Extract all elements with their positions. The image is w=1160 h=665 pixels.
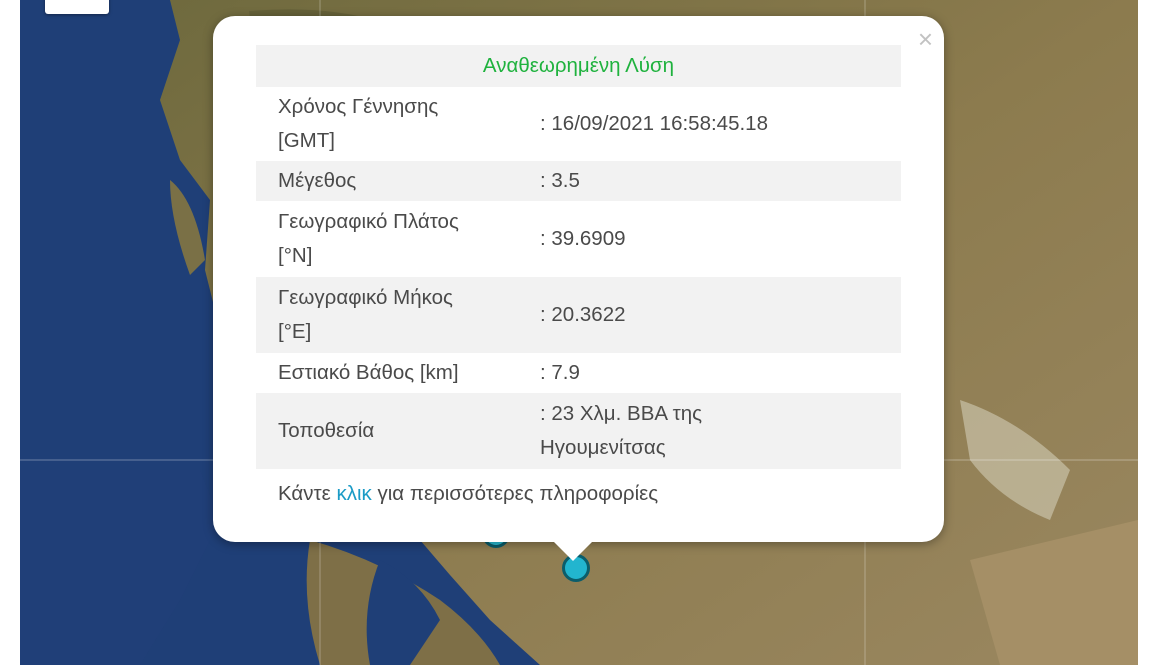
row-label: Τοποθεσία [256, 393, 540, 469]
earthquake-info-popup: × Αναθεωρημένη Λύση Χρόνος Γέννησης [GMT]… [213, 16, 944, 542]
row-label: Μέγεθος [256, 161, 540, 201]
row-value: : 39.6909 [540, 227, 626, 250]
row-label: Γεωγραφικό Μήκος [°E] [256, 277, 540, 353]
earthquake-info-table: Αναθεωρημένη Λύση Χρόνος Γέννησης [GMT] :… [256, 45, 901, 469]
more-info-line: Κάντε κλικ για περισσότερες πληροφορίες [278, 482, 659, 505]
popup-pointer [553, 541, 593, 561]
table-row: Εστιακό Βάθος [km] : 7.9 [256, 353, 901, 393]
row-value: : 23 Χλμ. ΒΒΑ της Ηγουμενίτσας [540, 393, 901, 469]
popup-title: Αναθεωρημένη Λύση [256, 45, 901, 87]
row-label: Εστιακό Βάθος [km] [278, 361, 459, 384]
table-row: Χρόνος Γέννησης [GMT] : 16/09/2021 16:58:… [256, 87, 901, 161]
row-value: : 16/09/2021 16:58:45.18 [540, 112, 768, 135]
row-value: : 20.3622 [540, 277, 901, 353]
table-row: Γεωγραφικό Μήκος [°E] : 20.3622 [256, 277, 901, 353]
table-row: Γεωγραφικό Πλάτος [°N] : 39.6909 [256, 201, 901, 277]
zoom-control[interactable] [45, 0, 109, 14]
popup-title-row: Αναθεωρημένη Λύση [256, 45, 901, 87]
more-info-link[interactable]: κλικ [336, 482, 371, 505]
row-label: Γεωγραφικό Πλάτος [°N] [278, 210, 459, 267]
row-label: Χρόνος Γέννησης [GMT] [278, 95, 439, 152]
row-value: : 7.9 [540, 361, 580, 384]
row-value: : 3.5 [540, 161, 901, 201]
table-row: Τοποθεσία : 23 Χλμ. ΒΒΑ της Ηγουμενίτσας [256, 393, 901, 469]
table-row: Μέγεθος : 3.5 [256, 161, 901, 201]
close-icon[interactable]: × [918, 26, 933, 52]
